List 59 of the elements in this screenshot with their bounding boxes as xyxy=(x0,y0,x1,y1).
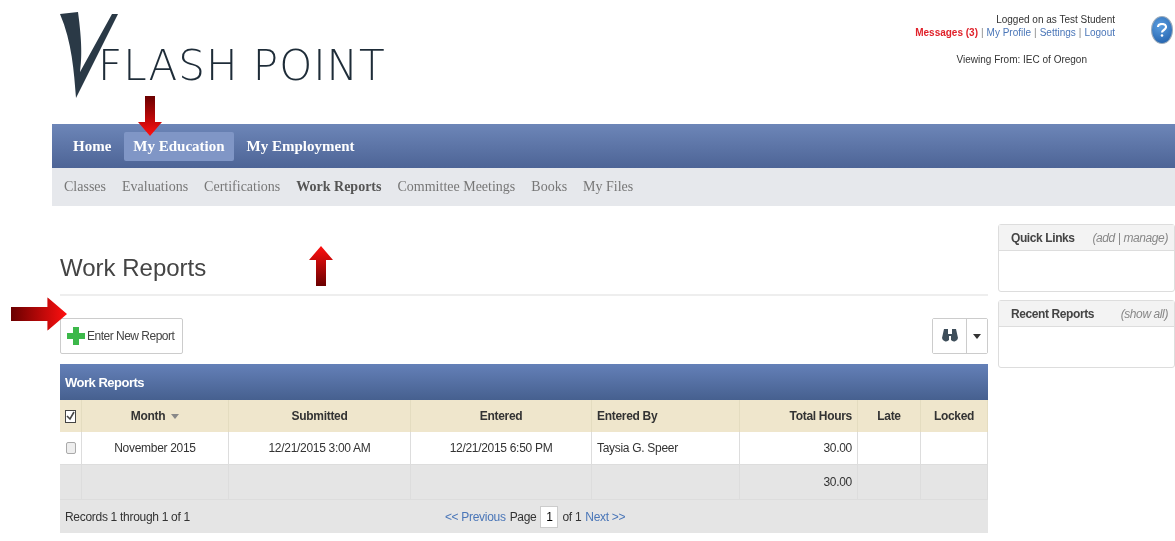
annotation-arrow-drawing xyxy=(138,96,162,136)
table-cell: November 2015 xyxy=(82,432,229,465)
panel-title: Recent Reports xyxy=(1011,306,1095,321)
table-title-bar: Work Reports xyxy=(60,364,988,400)
table-cell: 30.00 xyxy=(740,432,858,465)
annotation-arrow-drawing xyxy=(309,246,333,286)
column-header[interactable]: Month xyxy=(82,400,229,432)
nav-tab[interactable]: Home xyxy=(64,131,121,161)
sub-nav-tab[interactable]: Classes xyxy=(64,179,106,195)
table-cell: 12/21/2015 3:00 AM xyxy=(229,432,411,465)
nav-tab[interactable]: My Education xyxy=(124,131,234,161)
sub-nav-tab[interactable]: My Files xyxy=(583,179,634,195)
select-all-header[interactable] xyxy=(60,400,82,432)
table-cell: Taysia G. Speer xyxy=(592,432,740,465)
search-split-button[interactable] xyxy=(932,318,988,354)
binoculars-icon xyxy=(940,328,959,344)
page-label: Page xyxy=(509,509,537,524)
sub-nav-tab[interactable]: Evaluations xyxy=(122,179,189,195)
logged-on-text: Logged on as Test Student xyxy=(996,14,1115,25)
column-header[interactable]: Total Hours xyxy=(740,400,858,432)
panel-title: Quick Links xyxy=(1011,230,1075,245)
sub-nav-tab[interactable]: Work Reports xyxy=(296,179,382,195)
viewing-from-text: Viewing From: IEC of Oregon xyxy=(956,54,1087,65)
nav-tab[interactable]: My Employment xyxy=(237,131,364,161)
separator-text: | xyxy=(1078,27,1082,38)
column-header[interactable]: Entered xyxy=(411,400,592,432)
logo-text: FLASH POINT xyxy=(98,41,386,90)
records-text: Records 1 through 1 of 1 xyxy=(65,509,190,524)
account-link[interactable]: Messages (3) xyxy=(915,27,978,38)
enter-new-report-button[interactable]: Enter New Report xyxy=(60,318,184,354)
column-header[interactable]: Late xyxy=(858,400,921,432)
totals-cell: 30.00 xyxy=(740,465,858,500)
page-input[interactable]: 1 xyxy=(540,505,559,528)
table-cell xyxy=(858,432,921,465)
previous-link[interactable]: << Previous xyxy=(444,509,506,524)
separator-text: | xyxy=(1034,27,1037,38)
panel-actions-link[interactable]: (show all) xyxy=(1120,306,1168,321)
page-count-text: of 1 xyxy=(562,509,582,524)
column-header[interactable]: Submitted xyxy=(229,400,411,432)
caret-icon xyxy=(973,333,981,339)
account-link[interactable]: My Profile xyxy=(986,27,1032,38)
help-icon[interactable] xyxy=(1151,16,1173,44)
sub-nav-tab[interactable]: Books xyxy=(531,179,568,195)
column-header[interactable]: Entered By xyxy=(592,400,740,432)
annotation-arrow-drawing xyxy=(11,297,67,331)
row-checkbox[interactable] xyxy=(65,442,76,454)
next-link[interactable]: Next >> xyxy=(585,509,626,524)
sort-caret-icon xyxy=(171,413,180,419)
select-all-icon xyxy=(65,409,76,423)
plus-icon xyxy=(67,327,85,345)
sub-nav-tab[interactable]: Certifications xyxy=(204,179,281,195)
table-cell xyxy=(921,432,988,465)
column-header[interactable]: Locked xyxy=(921,400,988,432)
account-link[interactable]: Logout xyxy=(1084,27,1115,38)
table-cell: 12/21/2015 6:50 PM xyxy=(411,432,592,465)
panel-actions-link[interactable]: (add | manage) xyxy=(1092,230,1168,245)
separator-text: | xyxy=(981,27,984,38)
sub-nav-tab[interactable]: Committee Meetings xyxy=(397,179,516,195)
account-link[interactable]: Settings xyxy=(1039,27,1076,38)
